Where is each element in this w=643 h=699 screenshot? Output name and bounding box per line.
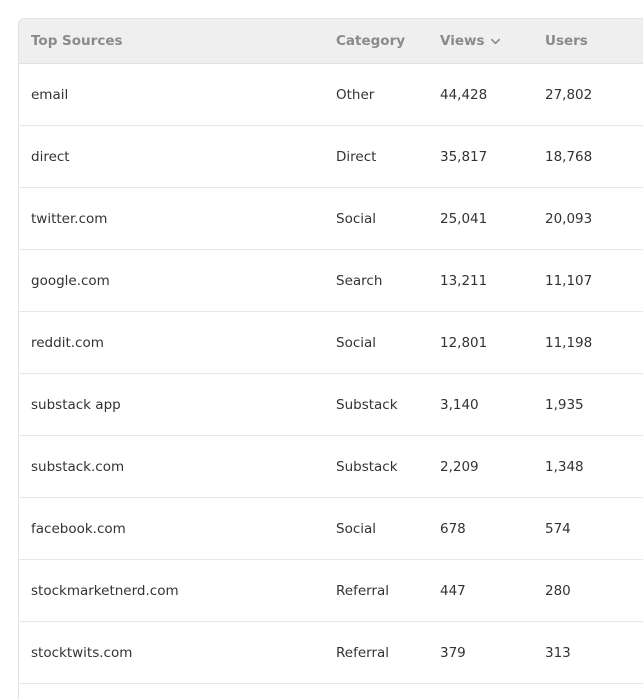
source-cell: twitter.com <box>31 210 108 227</box>
header-views[interactable]: Views <box>440 33 545 49</box>
source-cell: substack app <box>31 396 121 413</box>
views-cell: 35,817 <box>440 148 488 165</box>
users-cell: 1,935 <box>545 396 584 413</box>
users-cell: 1,348 <box>545 458 584 475</box>
table-body: email Other 44,428 27,802 direct Direct 35,817… <box>19 64 643 684</box>
table-row[interactable]: stocktwits.com Referral 379 313 <box>19 622 643 684</box>
views-sort-button[interactable]: Views <box>440 33 501 49</box>
views-cell: 44,428 <box>440 86 488 103</box>
header-users[interactable]: Users <box>545 33 643 49</box>
users-cell: 11,107 <box>545 272 593 289</box>
source-cell: stocktwits.com <box>31 644 133 661</box>
source-cell: email <box>31 86 69 103</box>
users-cell: 313 <box>545 644 571 661</box>
users-cell: 20,093 <box>545 210 593 227</box>
users-cell: 280 <box>545 582 571 599</box>
category-cell: Other <box>336 86 375 103</box>
category-cell: Referral <box>336 582 390 599</box>
table-row[interactable]: email Other 44,428 27,802 <box>19 64 643 126</box>
views-cell: 25,041 <box>440 210 488 227</box>
source-cell: google.com <box>31 272 110 289</box>
header-top-sources[interactable]: Top Sources <box>19 33 336 49</box>
views-cell: 13,211 <box>440 272 488 289</box>
category-cell: Substack <box>336 458 398 475</box>
source-cell: direct <box>31 148 70 165</box>
category-cell: Social <box>336 210 377 227</box>
category-cell: Social <box>336 520 377 537</box>
table-row[interactable]: substack app Substack 3,140 1,935 <box>19 374 643 436</box>
source-cell: reddit.com <box>31 334 104 351</box>
chevron-down-icon <box>490 38 500 44</box>
category-cell: Referral <box>336 644 390 661</box>
table-row[interactable]: substack.com Substack 2,209 1,348 <box>19 436 643 498</box>
table-row[interactable]: google.com Search 13,211 11,107 <box>19 250 643 312</box>
users-cell: 574 <box>545 520 571 537</box>
users-cell: 11,198 <box>545 334 593 351</box>
views-cell: 678 <box>440 520 466 537</box>
table-row[interactable]: direct Direct 35,817 18,768 <box>19 126 643 188</box>
category-cell: Substack <box>336 396 398 413</box>
header-views-label: Views <box>440 33 485 49</box>
category-cell: Direct <box>336 148 377 165</box>
table-row[interactable]: twitter.com Social 25,041 20,093 <box>19 188 643 250</box>
table-header: Top Sources Category Views Users <box>19 19 643 64</box>
table-row[interactable]: stockmarketnerd.com Referral 447 280 <box>19 560 643 622</box>
views-cell: 447 <box>440 582 466 599</box>
table-row[interactable]: facebook.com Social 678 574 <box>19 498 643 560</box>
views-cell: 2,209 <box>440 458 479 475</box>
header-category[interactable]: Category <box>336 33 440 49</box>
category-cell: Search <box>336 272 383 289</box>
source-cell: stockmarketnerd.com <box>31 582 179 599</box>
users-cell: 18,768 <box>545 148 593 165</box>
views-cell: 12,801 <box>440 334 488 351</box>
users-cell: 27,802 <box>545 86 593 103</box>
source-cell: facebook.com <box>31 520 126 537</box>
source-cell: substack.com <box>31 458 125 475</box>
top-sources-table: Top Sources Category Views Users email Ot… <box>18 18 643 699</box>
views-cell: 379 <box>440 644 466 661</box>
category-cell: Social <box>336 334 377 351</box>
views-cell: 3,140 <box>440 396 479 413</box>
table-row[interactable]: reddit.com Social 12,801 11,198 <box>19 312 643 374</box>
